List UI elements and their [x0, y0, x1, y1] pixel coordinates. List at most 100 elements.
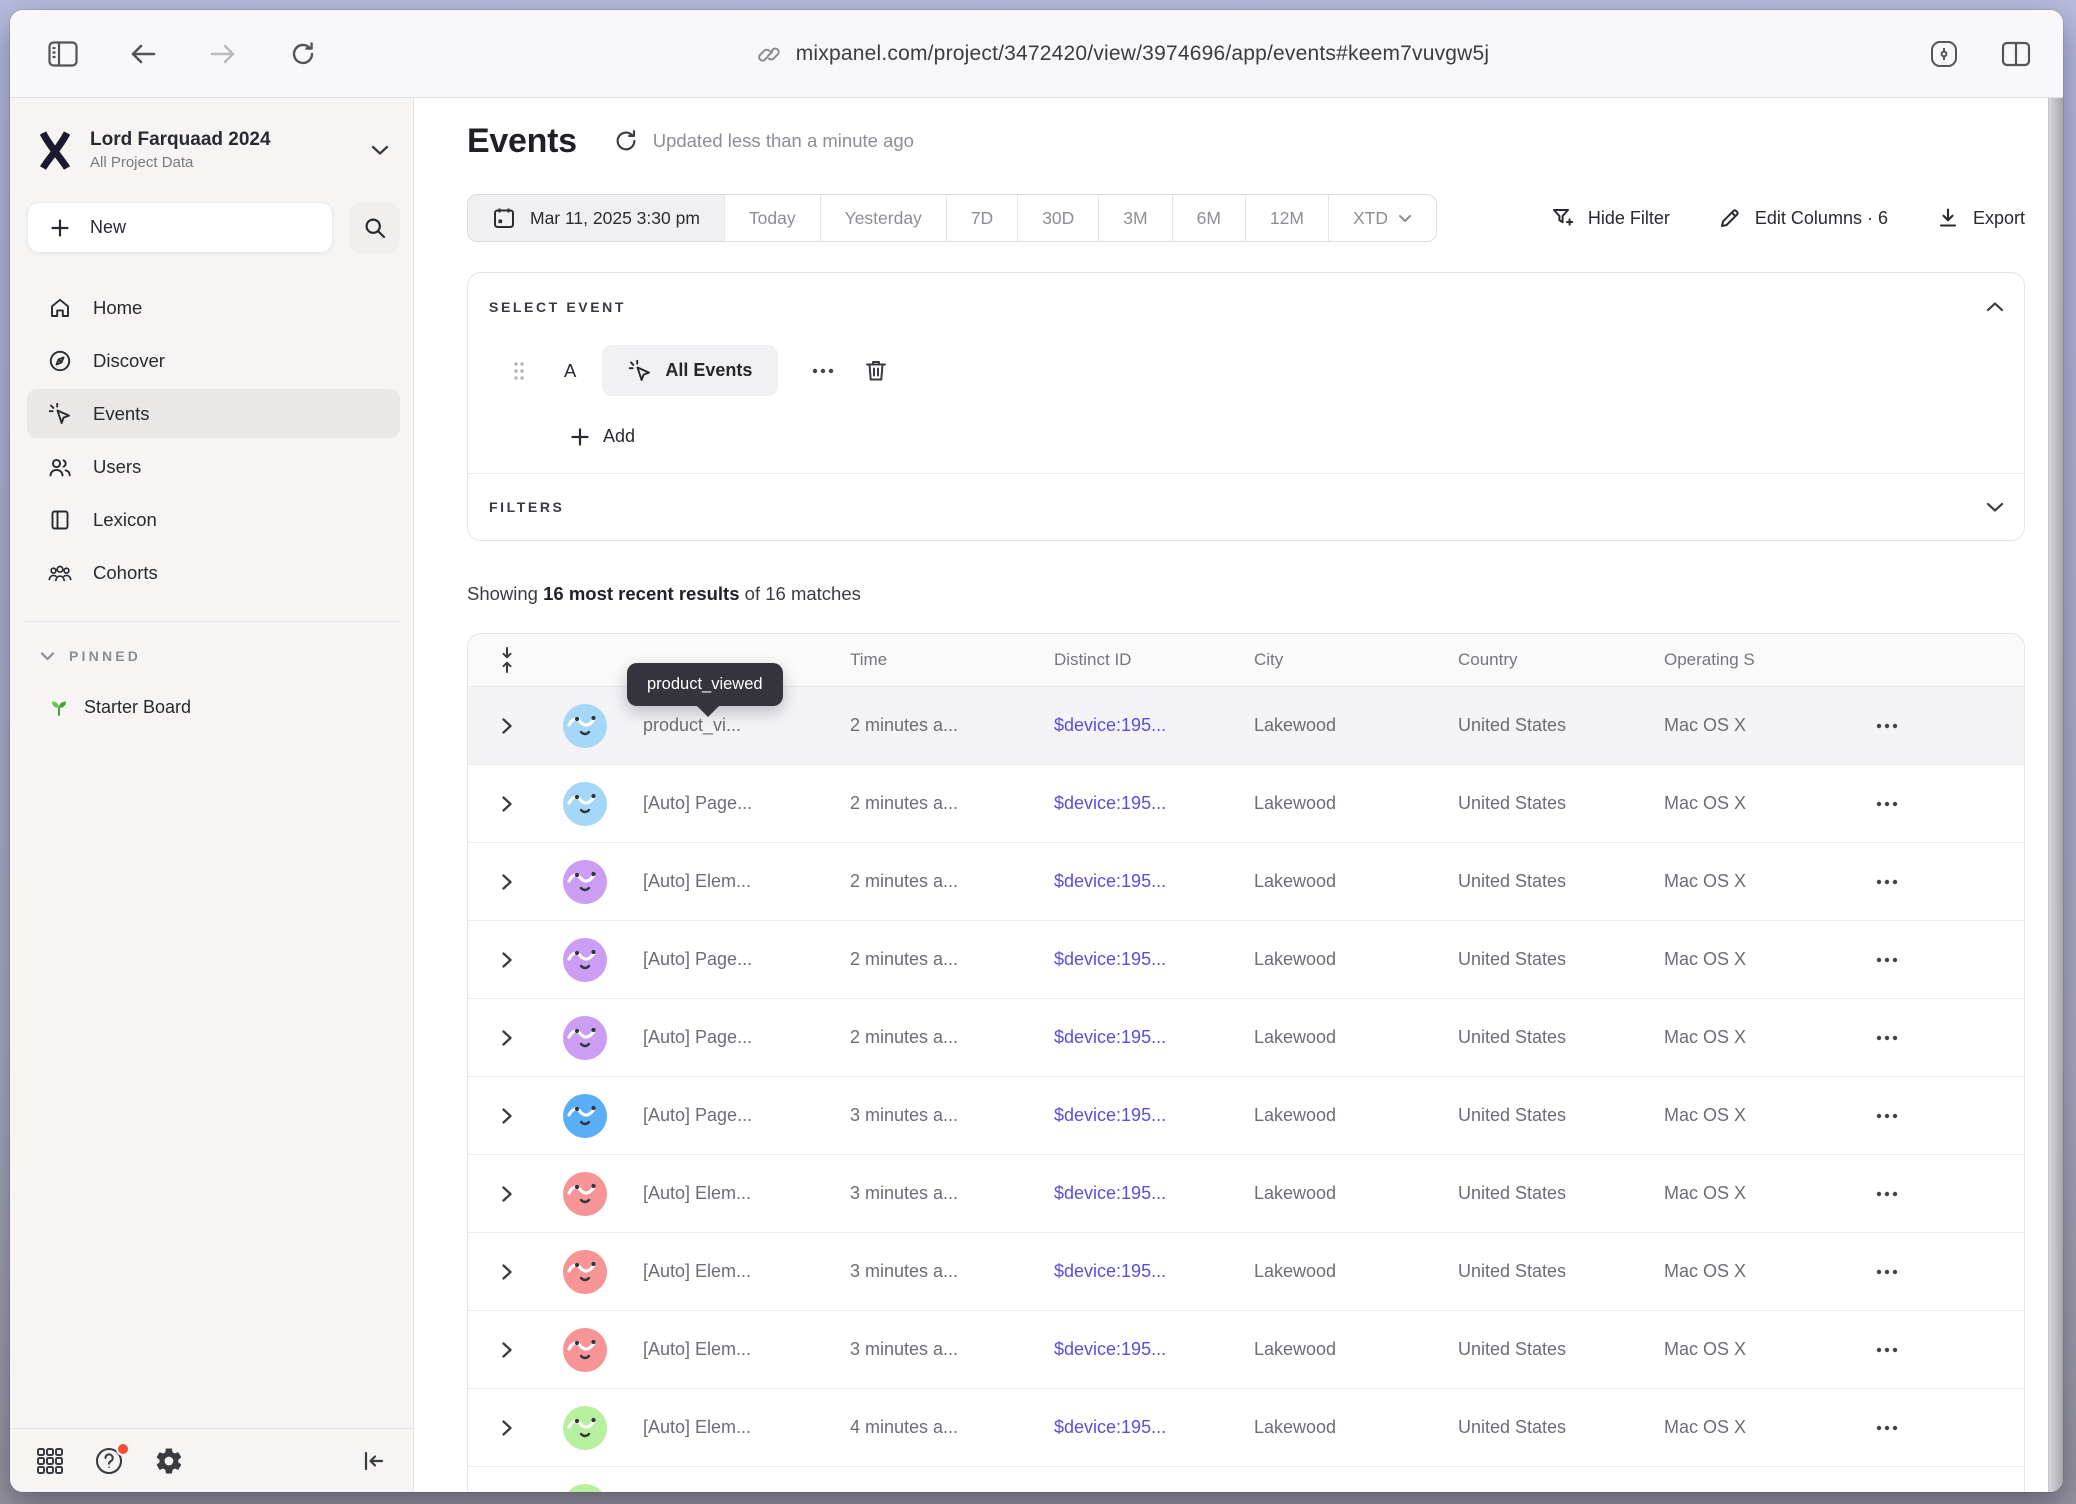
row-menu-button[interactable] — [1860, 1026, 2024, 1050]
date-range-segment[interactable]: XTD — [1328, 195, 1436, 241]
mixpanel-logo-icon — [36, 128, 74, 172]
row-menu-button[interactable] — [1860, 1182, 2024, 1206]
date-range-segment[interactable]: Today — [724, 195, 820, 241]
table-row[interactable]: [Auto] Elem... 2 minutes a... $device:19… — [468, 843, 2024, 921]
trash-icon[interactable] — [864, 358, 888, 384]
segment-label: Yesterday — [845, 208, 922, 229]
row-expand-button[interactable] — [468, 872, 545, 892]
reload-icon[interactable] — [286, 37, 320, 71]
chevron-up-icon[interactable] — [1986, 301, 2004, 313]
row-menu-button[interactable] — [1860, 714, 2024, 738]
row-menu-button[interactable] — [1860, 948, 2024, 972]
row-expand-button[interactable] — [468, 1340, 545, 1360]
row-expand-button[interactable] — [468, 1262, 545, 1282]
chevron-down-icon — [371, 144, 389, 156]
project-switcher[interactable]: Lord Farquaad 2024 All Project Data — [36, 128, 389, 172]
column-header[interactable]: Country — [1448, 650, 1654, 670]
column-header[interactable]: Distinct ID — [1044, 650, 1244, 670]
distinct-id-link[interactable]: $device:195... — [1044, 871, 1244, 892]
row-expand-button[interactable] — [468, 1418, 545, 1438]
page-scrollbar[interactable] — [2048, 98, 2063, 1492]
table-row[interactable]: [Auto] Elem... 3 minutes a... $device:19… — [468, 1311, 2024, 1389]
help-button[interactable] — [94, 1446, 124, 1476]
date-range-segment[interactable]: 6M — [1172, 195, 1245, 241]
ellipsis-icon — [1874, 1416, 1900, 1440]
hide-filter-button[interactable]: Hide Filter — [1551, 206, 1670, 230]
row-expand-button[interactable] — [468, 716, 545, 736]
sidebar-item-cohorts[interactable]: Cohorts — [27, 548, 400, 597]
table-row[interactable]: [Auto] Elem... 3 minutes a... $device:19… — [468, 1155, 2024, 1233]
sidebar-item-discover[interactable]: Discover — [27, 336, 400, 385]
row-menu-button[interactable] — [1860, 1260, 2024, 1284]
edit-columns-button[interactable]: Edit Columns · 6 — [1718, 206, 1888, 230]
sidebar-item-lexicon[interactable]: Lexicon — [27, 495, 400, 544]
distinct-id-link[interactable]: $device:195... — [1044, 1339, 1244, 1360]
event-selector-button[interactable]: All Events — [602, 345, 778, 396]
date-range-segment[interactable]: 7D — [946, 195, 1017, 241]
new-button[interactable]: New — [27, 202, 333, 253]
gear-icon[interactable] — [154, 1446, 184, 1476]
row-expand-button[interactable] — [468, 950, 545, 970]
url-bar[interactable]: mixpanel.com/project/3472420/view/397469… — [320, 42, 1927, 66]
table-row[interactable]: [Auto] Page... 3 minutes a... $device:19… — [468, 1077, 2024, 1155]
event-name-cell: [Auto] Page... — [625, 793, 840, 814]
distinct-id-link[interactable]: $device:195... — [1044, 1417, 1244, 1438]
chevron-down-icon — [40, 651, 55, 661]
row-expand-button[interactable] — [468, 1184, 545, 1204]
row-expand-button[interactable] — [468, 1106, 545, 1126]
row-menu-button[interactable] — [1860, 1338, 2024, 1362]
table-row[interactable]: [Auto] Page... 2 minutes a... $device:19… — [468, 765, 2024, 843]
apps-grid-icon[interactable] — [36, 1447, 64, 1475]
table-row[interactable] — [468, 1467, 2024, 1492]
table-row[interactable]: [Auto] Page... 2 minutes a... $device:19… — [468, 999, 2024, 1077]
add-event-button[interactable]: Add — [570, 426, 2024, 447]
export-button[interactable]: Export — [1936, 206, 2025, 230]
event-avatar — [563, 782, 607, 826]
pinned-section-header[interactable]: PINNED — [40, 648, 413, 664]
segment-label: 6M — [1197, 208, 1221, 229]
filters-section[interactable]: FILTERS — [468, 474, 2024, 540]
collapse-sidebar-icon[interactable] — [361, 1448, 387, 1474]
os-cell: Mac OS X — [1654, 715, 1860, 736]
search-button[interactable] — [349, 202, 400, 253]
drag-handle-icon[interactable] — [512, 360, 526, 382]
distinct-id-link[interactable]: $device:195... — [1044, 793, 1244, 814]
refresh-button[interactable] — [613, 128, 639, 154]
date-picker-segment[interactable]: Mar 11, 2025 3:30 pm — [468, 195, 724, 241]
date-range-segment[interactable]: 30D — [1017, 195, 1098, 241]
row-menu-button[interactable] — [1860, 870, 2024, 894]
sort-column-header[interactable] — [468, 646, 545, 674]
sidebar-item-users[interactable]: Users — [27, 442, 400, 491]
distinct-id-link[interactable]: $device:195... — [1044, 1261, 1244, 1282]
row-expand-button[interactable] — [468, 794, 545, 814]
sidebar-item-home[interactable]: Home — [27, 283, 400, 332]
sidebar-item-events[interactable]: Events — [27, 389, 400, 438]
date-range-segment[interactable]: 12M — [1245, 195, 1328, 241]
distinct-id-link[interactable]: $device:195... — [1044, 715, 1244, 736]
distinct-id-link[interactable]: $device:195... — [1044, 949, 1244, 970]
date-range-segment[interactable]: 3M — [1098, 195, 1171, 241]
row-menu-button[interactable] — [1860, 1416, 2024, 1440]
sidebar-toggle-icon[interactable] — [46, 37, 80, 71]
pinned-board-item[interactable]: Starter Board — [48, 696, 413, 718]
column-header[interactable]: Operating S — [1654, 650, 1860, 670]
distinct-id-link[interactable]: $device:195... — [1044, 1027, 1244, 1048]
page-settings-icon[interactable] — [1927, 37, 1961, 71]
split-view-icon[interactable] — [1999, 37, 2033, 71]
row-menu-button[interactable] — [1860, 1104, 2024, 1128]
country-cell: United States — [1448, 1105, 1654, 1126]
table-row[interactable]: [Auto] Elem... 4 minutes a... $device:19… — [468, 1389, 2024, 1467]
date-range-segment[interactable]: Yesterday — [820, 195, 946, 241]
back-icon[interactable] — [126, 37, 160, 71]
forward-icon[interactable] — [206, 37, 240, 71]
row-menu-button[interactable] — [1860, 792, 2024, 816]
column-header[interactable]: Time — [840, 650, 1044, 670]
row-expand-button[interactable] — [468, 1028, 545, 1048]
column-header[interactable]: City — [1244, 650, 1448, 670]
more-options-icon[interactable] — [810, 359, 836, 383]
distinct-id-link[interactable]: $device:195... — [1044, 1105, 1244, 1126]
pinned-board-label: Starter Board — [84, 697, 191, 718]
distinct-id-link[interactable]: $device:195... — [1044, 1183, 1244, 1204]
table-row[interactable]: [Auto] Elem... 3 minutes a... $device:19… — [468, 1233, 2024, 1311]
table-row[interactable]: [Auto] Page... 2 minutes a... $device:19… — [468, 921, 2024, 999]
